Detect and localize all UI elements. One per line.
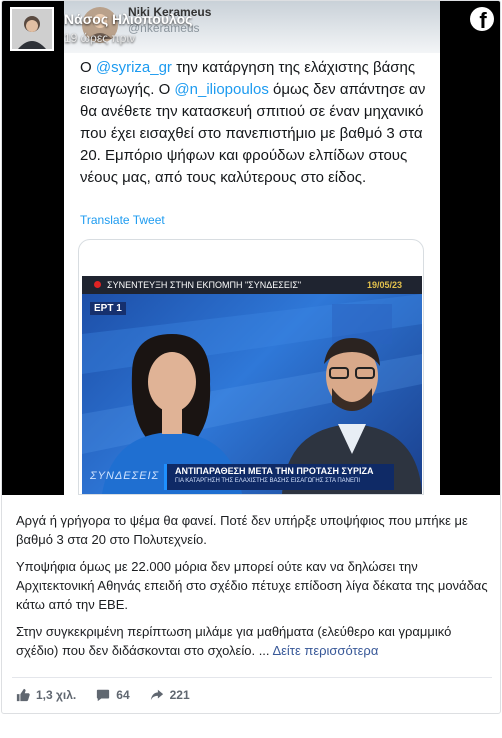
avatar-image	[12, 9, 52, 49]
shares-count[interactable]: 221	[150, 688, 190, 702]
channel-logo: ΕΡΤ 1	[90, 302, 126, 315]
studio-shot: ΕΡΤ 1 ΣΥΝΔΕΣΕΙΣ ΑΝΤΙΠΑΡΑΘΕΣΗ ΜΕΤΑ ΤΗΝ ΠΡ…	[82, 294, 422, 494]
tweet-video-frame[interactable]: ΣΥΝΕΝΤΕΥΞΗ ΣΤΗΝ ΕΚΠΟΜΠΗ "ΣΥΝΔΕΣΕΙΣ" 19/0…	[78, 239, 424, 495]
mention-link[interactable]: @syriza_gr	[96, 59, 172, 76]
tweet-text-part: Ο	[80, 59, 96, 76]
share-icon	[150, 689, 163, 701]
facebook-logo-icon[interactable]: f	[470, 7, 494, 33]
engagement-stats: 1,3 χιλ. 64 221	[16, 685, 210, 705]
post-paragraph-text: Στην συγκεκριμένη περίπτωση μιλάμε για μ…	[16, 624, 452, 658]
post-media[interactable]: Niki Kerameus @nkerameus Ο @syriza_gr τη…	[2, 1, 500, 495]
show-name: ΣΥΝΔΕΣΕΙΣ	[90, 470, 160, 482]
post-body: Αργά ή γρήγορα το ψέμα θα φανεί. Ποτέ δε…	[16, 511, 492, 668]
comments-value: 64	[116, 688, 130, 702]
post-paragraph: Αργά ή γρήγορα το ψέμα θα φανεί. Ποτέ δε…	[16, 513, 468, 547]
lower-third-graphics: ΣΥΝΔΕΣΕΙΣ ΑΝΤΙΠΑΡΑΘΕΣΗ ΜΕΤΑ ΤΗΝ ΠΡΟΤΑΣΗ …	[82, 462, 422, 494]
post-header: Νάσος Ηλιόπουλος 19 ώρες πριν	[10, 7, 430, 51]
banner-title: ΣΥΝΕΝΤΕΥΞΗ ΣΤΗΝ ΕΚΠΟΜΠΗ "ΣΥΝΔΕΣΕΙΣ"	[107, 280, 302, 290]
author-avatar[interactable]	[10, 7, 54, 51]
caption-main: ΑΝΤΙΠΑΡΑΘΕΣΗ ΜΕΤΑ ΤΗΝ ΠΡΟΤΑΣΗ ΣΥΡΙΖΑ	[175, 466, 374, 476]
post-timestamp[interactable]: 19 ώρες πριν	[64, 31, 135, 45]
divider	[12, 677, 492, 678]
comment-icon	[97, 689, 110, 702]
mention-link[interactable]: @n_iliopoulos	[174, 81, 268, 98]
caption-sub: ΓΙΑ ΚΑΤΑΡΓΗΣΗ ΤΗΣ ΕΛΑΧΙΣΤΗΣ ΒΑΣΗΣ ΕΙΣΑΓΩ…	[175, 478, 361, 484]
comments-count[interactable]: 64	[96, 688, 130, 702]
broadcast-banner: ΣΥΝΕΝΤΕΥΞΗ ΣΤΗΝ ΕΚΠΟΜΠΗ "ΣΥΝΔΕΣΕΙΣ" 19/0…	[82, 276, 422, 294]
caption-box: ΑΝΤΙΠΑΡΑΘΕΣΗ ΜΕΤΑ ΤΗΝ ΠΡΟΤΑΣΗ ΣΥΡΙΖΑ ΓΙΑ…	[164, 464, 394, 490]
facebook-post-card: Niki Kerameus @nkerameus Ο @syriza_gr τη…	[1, 0, 501, 714]
likes-count[interactable]: 1,3 χιλ.	[16, 688, 76, 702]
post-paragraph: Στην συγκεκριμένη περίπτωση μιλάμε για μ…	[16, 622, 492, 660]
translate-tweet-link[interactable]: Translate Tweet	[80, 213, 165, 227]
post-paragraph: Υποψήφια όμως με 22.000 μόρια δεν μπορεί…	[16, 559, 488, 612]
like-icon	[16, 688, 30, 702]
shares-value: 221	[169, 688, 190, 702]
banner-date: 19/05/23	[366, 280, 402, 290]
embedded-tweet-screenshot: Niki Kerameus @nkerameus Ο @syriza_gr τη…	[64, 1, 440, 495]
tweet-text: Ο @syriza_gr την κατάργηση της ελάχιστης…	[80, 57, 432, 189]
likes-value: 1,3 χιλ.	[36, 688, 77, 702]
live-dot-icon	[94, 281, 101, 288]
author-name[interactable]: Νάσος Ηλιόπουλος	[64, 11, 192, 27]
see-more-link[interactable]: Δείτε περισσότερα	[272, 643, 378, 658]
